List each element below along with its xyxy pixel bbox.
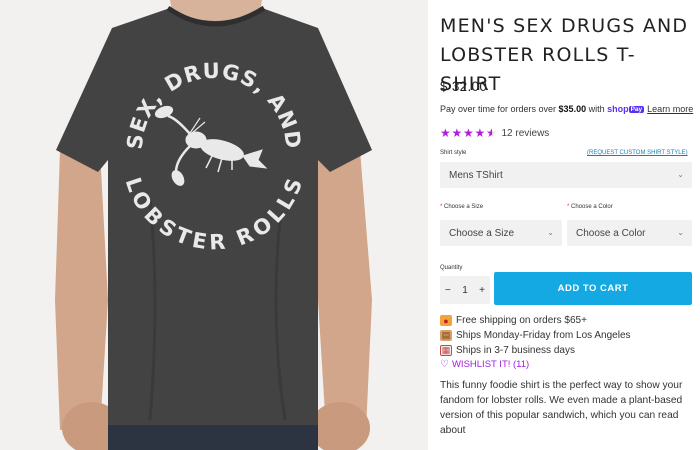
perk-ships-days: ▤ Ships Monday-Friday from Los Angeles: [440, 328, 692, 343]
request-custom-style-link[interactable]: (REQUEST CUSTOM SHIRT STYLE): [587, 150, 688, 156]
perk-text: Ships Monday-Friday from Los Angeles: [456, 330, 631, 341]
required-mark: *: [440, 204, 443, 210]
product-rating[interactable]: ★ ★ ★ ★ ★ 12 reviews: [440, 126, 549, 140]
pay-over-time-amount: $35.00: [558, 104, 587, 114]
chevron-down-icon: ⌄: [677, 228, 684, 238]
size-label-text: Choose a Size: [444, 204, 484, 210]
shop-pay-logo: shop Pay: [607, 104, 645, 114]
size-select-value: Choose a Size: [449, 227, 515, 239]
perk-delivery-time: ▦ Ships in 3-7 business days: [440, 343, 692, 358]
star-icon: ★: [474, 126, 486, 140]
increase-quantity-button[interactable]: +: [479, 285, 485, 296]
color-label: * Choose a Color: [567, 204, 613, 210]
perk-text: Free shipping on orders $65+: [456, 315, 587, 326]
product-description: This funny foodie shirt is the perfect w…: [440, 380, 683, 436]
reviews-link[interactable]: 12 reviews: [502, 128, 550, 139]
decrease-quantity-button[interactable]: −: [445, 285, 451, 296]
star-icon: ★: [463, 126, 474, 140]
pay-over-time-text: Pay over time for orders over: [440, 104, 559, 114]
chevron-down-icon: ⌄: [547, 228, 554, 238]
color-select[interactable]: Choose a Color ⌄: [567, 220, 692, 246]
rating-stars: ★ ★ ★ ★ ★: [440, 126, 498, 140]
left-arm: [55, 150, 108, 430]
pay-over-time-banner: Pay over time for orders over $35.00 wit…: [440, 104, 693, 114]
quantity-value[interactable]: 1: [462, 285, 468, 296]
heart-icon: ♡: [440, 359, 449, 370]
tshirt-illustration: SEX, DRUGS, AND LOBSTER ROLLS: [0, 0, 428, 450]
star-icon: ★: [451, 126, 463, 140]
color-select-value: Choose a Color: [576, 227, 646, 239]
box-icon: ▤: [440, 330, 452, 341]
shirt-style-value: Mens TShirt: [449, 169, 503, 181]
quantity-stepper: − 1 +: [440, 276, 490, 304]
size-select[interactable]: Choose a Size ⌄: [440, 220, 562, 246]
wishlist-button[interactable]: ♡ WISHLIST IT! (11): [440, 359, 692, 370]
product-image[interactable]: SEX, DRUGS, AND LOBSTER ROLLS: [0, 0, 428, 450]
product-details: MEN'S SEX DRUGS AND LOBSTER ROLLS T-SHIR…: [440, 0, 693, 450]
learn-more-link[interactable]: Learn more: [647, 104, 693, 114]
size-label: * Choose a Size: [440, 204, 483, 210]
star-icon: ★: [440, 126, 451, 140]
shirt-style-select[interactable]: Mens TShirt ⌄: [440, 162, 692, 188]
shirt-style-label: Shirt style: [440, 150, 467, 156]
quantity-label: Quantity: [440, 265, 463, 271]
add-to-cart-button[interactable]: ADD TO CART: [494, 272, 692, 305]
shipping-perks: ● Free shipping on orders $65+ ▤ Ships M…: [440, 313, 692, 370]
half-star-icon: ★: [486, 126, 497, 140]
pay-over-time-with: with: [586, 104, 608, 114]
perk-text: Ships in 3-7 business days: [456, 345, 575, 356]
color-label-text: Choose a Color: [571, 204, 613, 210]
shipping-icon: ●: [440, 315, 452, 326]
product-price: $ 32.00: [440, 79, 488, 94]
chevron-down-icon: ⌄: [677, 170, 684, 180]
calendar-icon: ▦: [440, 345, 452, 356]
perk-free-shipping: ● Free shipping on orders $65+: [440, 313, 692, 328]
required-mark: *: [567, 204, 570, 210]
wishlist-label: WISHLIST IT! (11): [451, 359, 530, 370]
